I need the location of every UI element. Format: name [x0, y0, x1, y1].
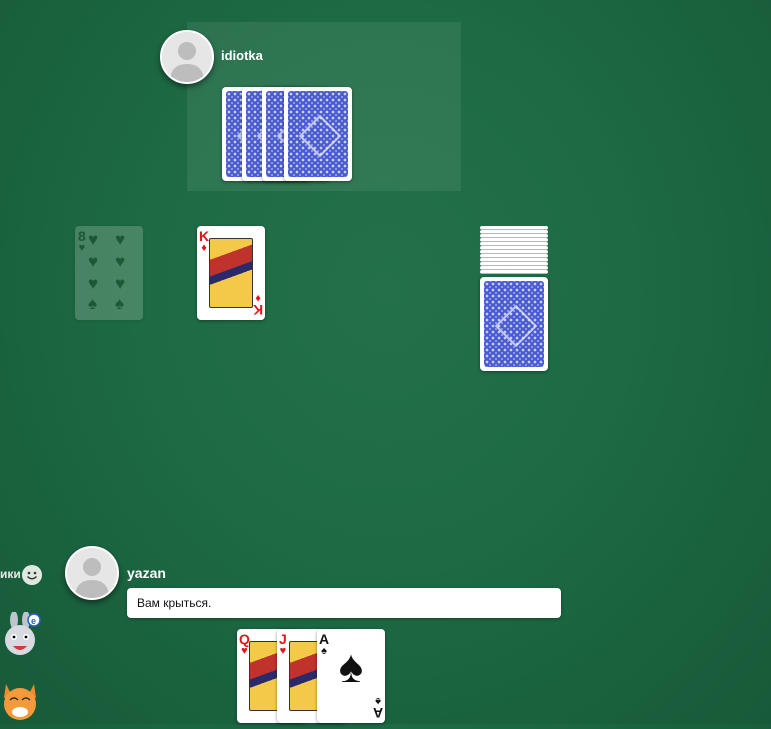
heart-pip-icon: ♠ [115, 294, 125, 313]
cat-sticker-icon[interactable] [0, 676, 42, 729]
heart-pip-icon: ♥ [115, 252, 126, 271]
attack-card[interactable]: K ♦ K ♦ [197, 226, 265, 320]
card-rank: K [199, 228, 210, 244]
heart-pip-icon: ♥ [88, 230, 99, 249]
player-avatar[interactable] [65, 546, 119, 600]
deck-top-card-back [480, 277, 548, 371]
card-suit: ♥ [279, 645, 287, 657]
card-suit: ♦ [201, 242, 207, 254]
player-name: yazan [127, 565, 166, 581]
card-suit: ♥ [78, 242, 86, 254]
heart-pip-icon: ♥ [115, 274, 126, 293]
heart-pip-icon: ♠ [88, 294, 98, 313]
card-rank: J [279, 631, 287, 647]
smiley-icon[interactable] [22, 565, 42, 585]
card-rank: K [252, 302, 263, 318]
avatar-placeholder-icon [162, 32, 212, 82]
heart-pip-icon: ♥ [115, 230, 126, 249]
opponent-avatar[interactable] [160, 30, 214, 84]
avatar-placeholder-icon [67, 548, 117, 598]
card-rank: 8 [78, 228, 86, 244]
heart-pip-icon: ♥ [88, 252, 99, 271]
svg-text:e: e [31, 616, 36, 626]
rabbit-sticker-icon[interactable]: e [0, 611, 42, 665]
opponent-card-back [284, 87, 352, 181]
sidebar-label: ики [0, 567, 21, 581]
heart-pip-icon: ♥ [88, 274, 99, 293]
spade-pip-icon: ♠ [338, 640, 364, 692]
king-face-art [209, 238, 253, 308]
hand-card-ace-spades[interactable]: A ♠ ♠ A ♠ [317, 629, 385, 723]
opponent-name: idiotka [221, 48, 263, 63]
card-rank: A [372, 705, 383, 721]
beaten-card: 8 ♥ ♥ ♥ ♥ ♥ ♥ ♥ ♠ ♠ [75, 226, 143, 320]
chat-bubble: Вам крыться. [127, 588, 561, 618]
